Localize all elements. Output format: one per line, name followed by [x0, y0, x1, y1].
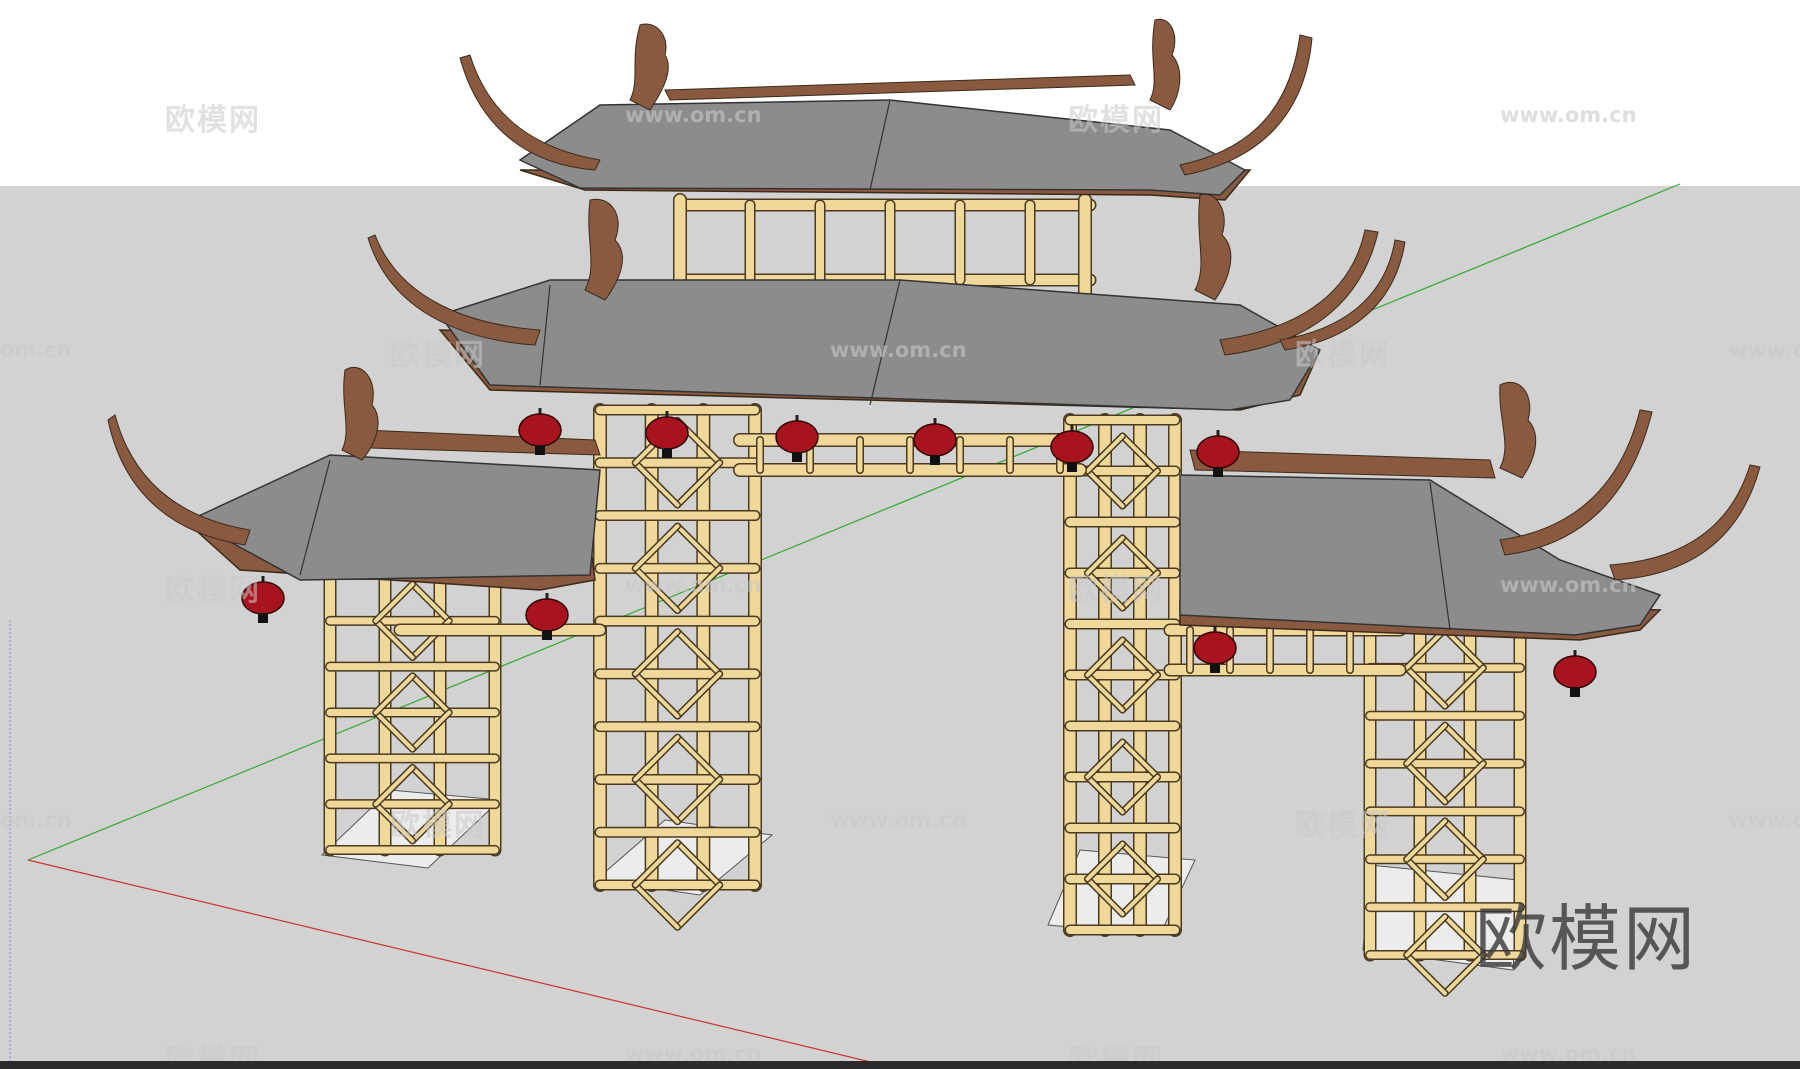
sketchup-viewport[interactable]: 欧模网 www.om.cn 欧模网 www.om.cn om.cn 欧模网 ww… [0, 0, 1800, 1069]
brand-watermark: 欧模网 [1475, 897, 1698, 981]
status-bar [0, 1061, 1800, 1069]
